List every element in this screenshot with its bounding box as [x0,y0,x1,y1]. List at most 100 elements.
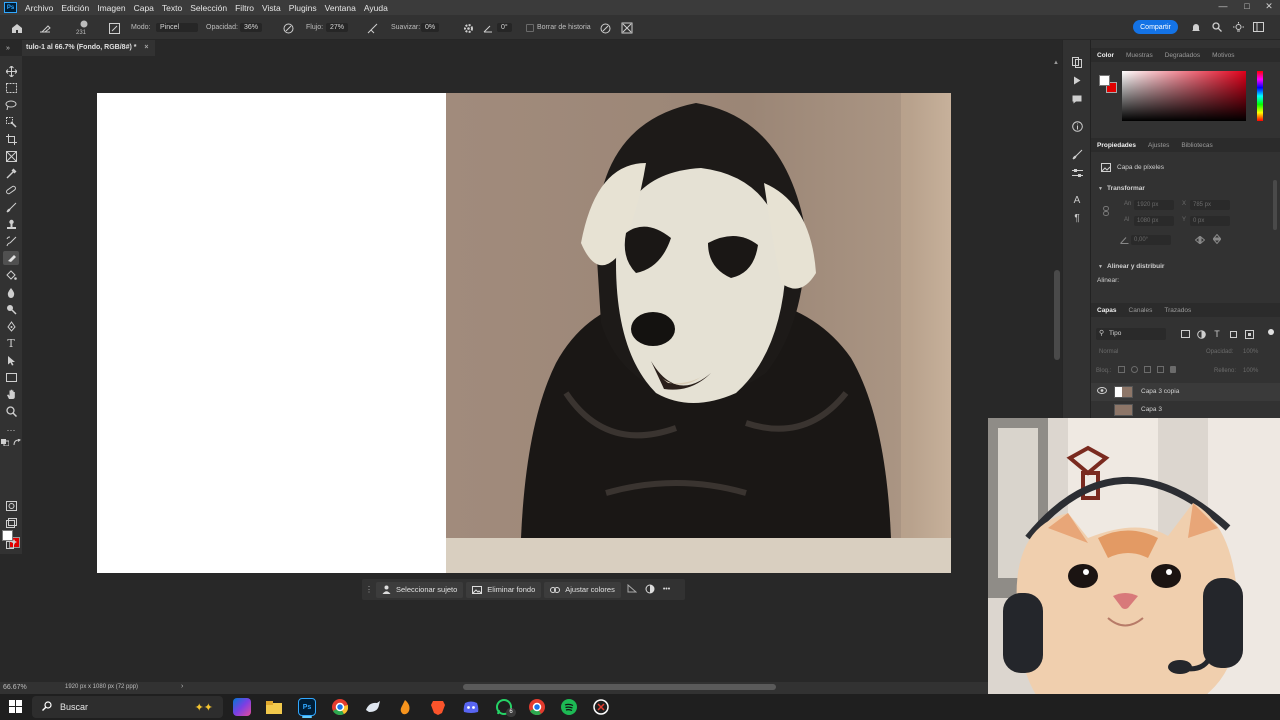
swap-colors-icon[interactable] [12,438,22,446]
tab-patterns[interactable]: Motivos [1206,52,1240,59]
tab-color[interactable]: Color [1091,52,1120,59]
remove-background-button[interactable]: Eliminar fondo [466,581,542,598]
document-tab[interactable]: tulo-1 al 66.7% (Fondo, RGB/8#) * × [22,40,155,56]
tab-channels[interactable]: Canales [1123,307,1159,314]
layer-filter-select[interactable]: ⚲ Tipo [1096,328,1166,340]
tab-adjustments[interactable]: Ajustes [1142,142,1175,149]
flow-field[interactable]: 27% [326,23,349,32]
blur-tool-icon[interactable] [3,285,19,299]
angle-field[interactable]: 0° [497,23,512,32]
collapse-toolbar-icon[interactable]: » [3,44,13,52]
width-field[interactable]: 1920 px [1134,200,1174,210]
filter-shape-icon[interactable] [1228,329,1238,339]
tab-paths[interactable]: Trazados [1158,307,1197,314]
character-panel-icon[interactable]: A [1071,194,1083,206]
rectangle-tool-icon[interactable] [3,370,19,384]
brush-settings-icon[interactable] [107,21,121,35]
flip-vertical-icon[interactable] [1212,234,1222,244]
default-colors-icon[interactable] [0,438,10,446]
move-tool-icon[interactable] [3,64,19,78]
clone-stamp-tool-icon[interactable] [3,217,19,231]
photoshop-taskbar-icon[interactable]: Ps [298,698,316,716]
healing-brush-tool-icon[interactable] [3,183,19,197]
hue-slider[interactable] [1257,71,1263,121]
smoothing-settings-gear-icon[interactable] [461,21,475,35]
menu-vista[interactable]: Vista [258,3,285,13]
menu-texto[interactable]: Texto [158,3,186,13]
discover-lightbulb-icon[interactable] [1232,21,1244,33]
lock-pixels-icon[interactable] [1131,366,1138,373]
height-field[interactable]: 1080 px [1134,216,1174,226]
align-distribute-title[interactable]: Alinear y distribuir [1107,263,1164,270]
lock-transparent-icon[interactable] [1118,366,1125,373]
comments-icon[interactable] [1071,93,1083,105]
layer-row[interactable]: Capa 3 copia [1091,383,1280,401]
blend-mode-select[interactable]: Normal [1099,349,1118,355]
minimize-icon[interactable]: — [1214,1,1232,13]
share-button[interactable]: Compartir [1133,20,1178,34]
zoom-tool-icon[interactable] [3,404,19,418]
filter-toggle-icon[interactable] [1268,329,1274,335]
path-selection-tool-icon[interactable] [3,353,19,367]
mask-icon[interactable] [645,584,655,596]
eraser-tool-active-icon[interactable] [3,251,19,265]
canvas-erased-area[interactable] [97,93,446,573]
brush-tool-icon[interactable] [3,200,19,214]
vertical-scrollbar[interactable] [1054,270,1060,360]
marquee-tool-icon[interactable] [3,81,19,95]
actions-play-icon[interactable] [1071,74,1083,86]
notifications-bell-icon[interactable] [1190,21,1202,33]
more-tools-icon[interactable]: ··· [3,423,19,437]
search-icon[interactable] [1211,21,1223,33]
horizontal-scrollbar[interactable] [463,684,776,690]
paint-bucket-tool-icon[interactable] [3,268,19,282]
x-field[interactable]: 785 px [1190,200,1230,210]
frame-tool-icon[interactable] [3,149,19,163]
tab-libraries[interactable]: Bibliotecas [1175,142,1218,149]
lock-position-icon[interactable] [1144,366,1151,373]
info-icon[interactable] [1071,120,1083,132]
close-window-icon[interactable]: ✕ [1260,1,1278,13]
menu-plugins[interactable]: Plugins [285,3,321,13]
scroll-up-icon[interactable]: ▲ [1053,60,1061,66]
windows-start-icon[interactable] [9,700,22,715]
menu-ventana[interactable]: Ventana [321,3,360,13]
history-brush-tool-icon[interactable] [3,234,19,248]
canvas-photo-dog-mask[interactable] [446,93,951,573]
tab-layers[interactable]: Capas [1091,307,1123,314]
tab-gradients[interactable]: Degradados [1159,52,1206,59]
lock-artboard-icon[interactable] [1157,366,1164,373]
crop-tool-icon[interactable] [3,132,19,146]
pressure-opacity-icon[interactable] [281,21,295,35]
pen-tool-icon[interactable] [3,319,19,333]
object-selection-tool-icon[interactable] [3,115,19,129]
layer-opacity-value[interactable]: 100% [1243,349,1258,355]
transform-section-title[interactable]: Transformar [1107,185,1145,192]
brave-browser-icon[interactable] [429,698,447,716]
generative-fill-icon[interactable] [3,536,19,550]
menu-filtro[interactable]: Filtro [231,3,258,13]
status-arrow-icon[interactable]: › [181,683,183,690]
brush-panel-icon[interactable] [1071,148,1083,160]
zoom-level[interactable]: 66.67% [3,684,27,691]
app-bird-icon[interactable] [364,698,382,716]
menu-capa[interactable]: Capa [130,3,158,13]
hand-tool-icon[interactable] [3,387,19,401]
color-panel-fg-swatch[interactable] [1099,75,1110,86]
tab-swatches[interactable]: Muestras [1120,52,1159,59]
tab-properties[interactable]: Propiedades [1091,142,1142,149]
home-icon[interactable] [10,21,24,35]
menu-imagen[interactable]: Imagen [93,3,129,13]
close-tab-icon[interactable]: × [144,44,148,51]
transform-icon[interactable] [627,583,638,595]
symmetry-icon[interactable] [620,21,634,35]
menu-ayuda[interactable]: Ayuda [360,3,392,13]
taskbar-search-box[interactable]: Buscar ✦✦ [32,696,223,718]
opacity-field[interactable]: 36% [240,23,263,32]
adjust-colors-button[interactable]: Ajustar colores [544,581,621,598]
layer-name[interactable]: Capa 3 copia [1141,388,1179,395]
pressure-size-icon[interactable] [598,21,612,35]
select-subject-button[interactable]: Seleccionar sujeto [376,581,464,598]
menu-edicion[interactable]: Edición [57,3,93,13]
eraser-tool-icon[interactable] [38,21,52,35]
